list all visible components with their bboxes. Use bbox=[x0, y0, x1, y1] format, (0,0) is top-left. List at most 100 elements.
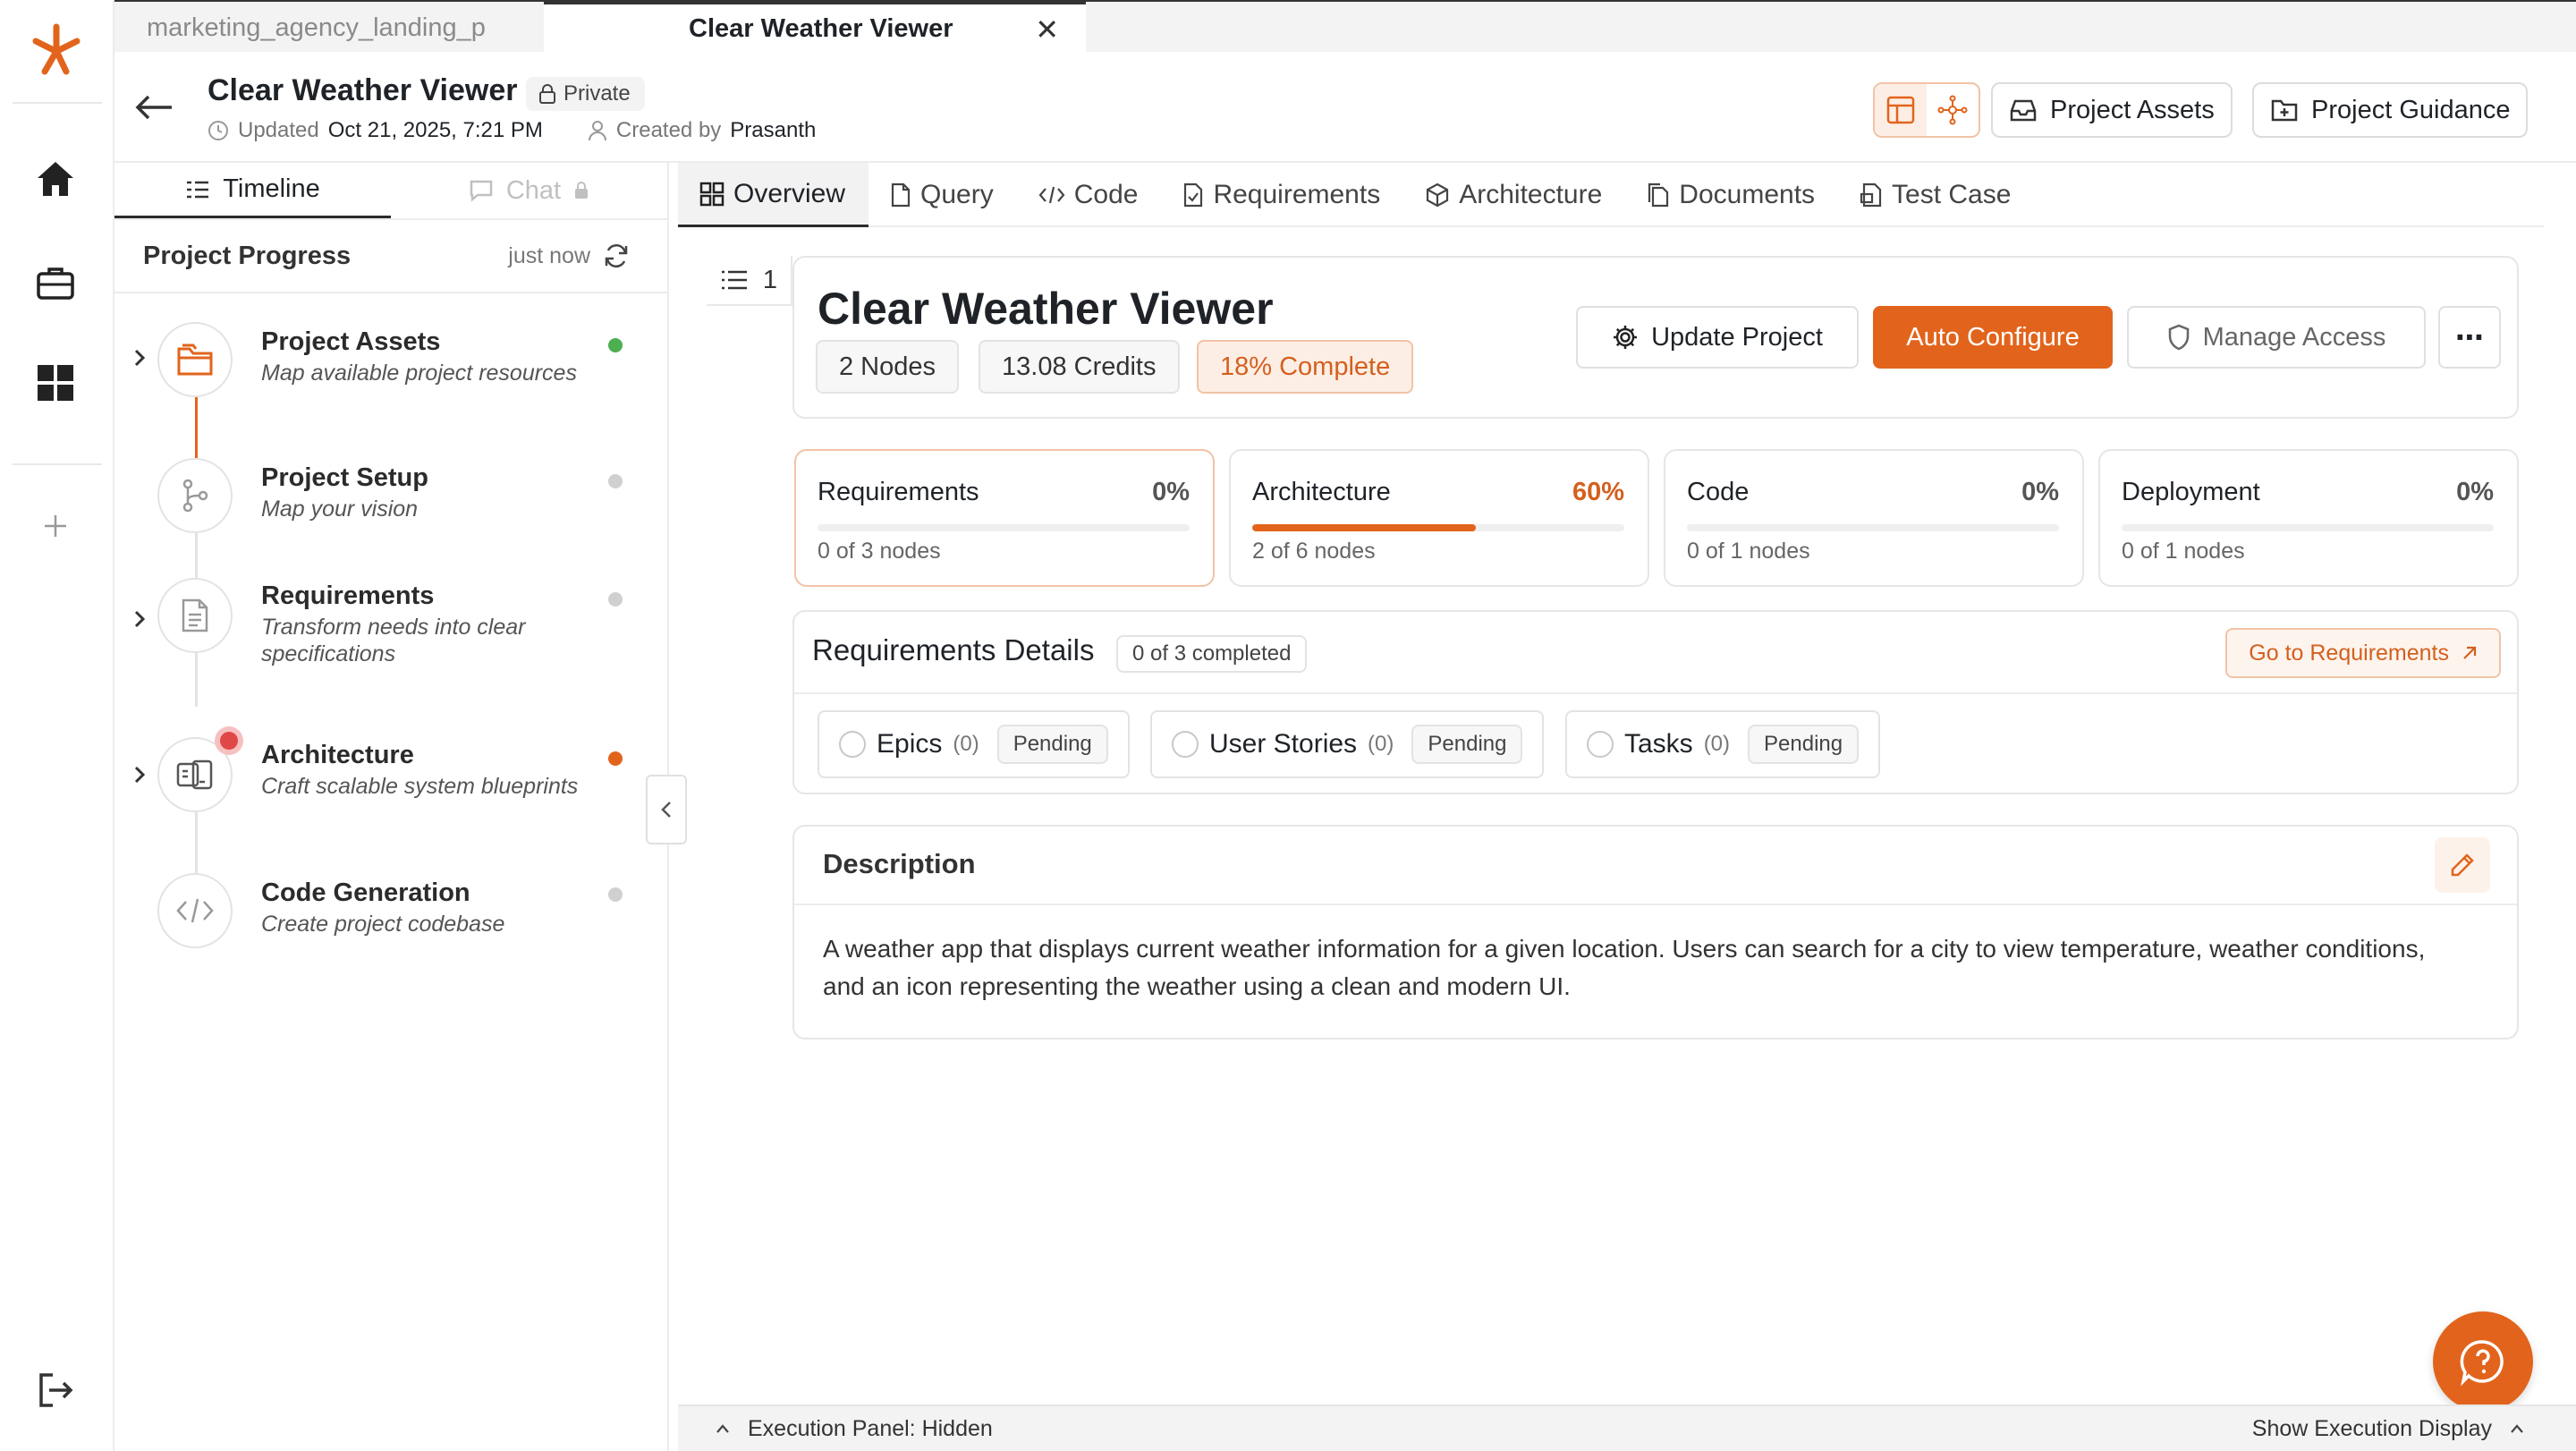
file-icon bbox=[891, 182, 911, 208]
auto-configure-button[interactable]: Auto Configure bbox=[1873, 306, 2113, 369]
folder-icon bbox=[157, 322, 233, 397]
chevron-up-icon[interactable] bbox=[2510, 1423, 2524, 1434]
requirements-details-title: Requirements Details bbox=[812, 633, 1095, 666]
chevron-right-icon[interactable] bbox=[132, 608, 147, 636]
status-dot bbox=[608, 338, 623, 352]
more-options-button[interactable]: ⋯ bbox=[2438, 306, 2501, 369]
nodes-chip: 2 Nodes bbox=[816, 340, 960, 394]
requirement-item-count: (0) bbox=[1368, 732, 1394, 756]
home-icon[interactable] bbox=[30, 154, 80, 204]
tab-requirements[interactable]: Requirements bbox=[1161, 163, 1403, 227]
phase-card-code[interactable]: Code 0% 0 of 1 nodes bbox=[1664, 449, 2084, 587]
step-desc: Craft scalable system blueprints bbox=[261, 774, 579, 799]
requirement-item-label: User Stories bbox=[1209, 729, 1358, 759]
edit-pencil-icon[interactable] bbox=[2435, 837, 2490, 893]
git-branch-icon bbox=[157, 458, 233, 533]
auto-configure-label: Auto Configure bbox=[1906, 322, 2080, 352]
created-label: Created by bbox=[615, 118, 722, 142]
requirement-item-epics[interactable]: Epics (0) Pending bbox=[818, 710, 1130, 778]
project-title: Clear Weather Viewer bbox=[208, 73, 518, 107]
shield-icon bbox=[2168, 324, 2189, 351]
divider bbox=[794, 904, 2517, 905]
layout-view-icon[interactable] bbox=[1875, 84, 1927, 136]
phase-count: 2 of 6 nodes bbox=[1252, 539, 1376, 564]
updated-value: Oct 21, 2025, 7:21 PM bbox=[327, 118, 543, 142]
tab-chat-label: Chat bbox=[505, 175, 562, 205]
briefcase-icon[interactable] bbox=[30, 258, 80, 308]
project-guidance-label: Project Guidance bbox=[2311, 95, 2511, 124]
tab-query[interactable]: Query bbox=[869, 163, 1017, 227]
brand-logo-icon[interactable] bbox=[27, 21, 86, 81]
documents-icon bbox=[1648, 182, 1669, 208]
chevron-right-icon[interactable] bbox=[132, 347, 147, 375]
requirement-item-tasks[interactable]: Tasks (0) Pending bbox=[1565, 710, 1881, 778]
phase-card-deployment[interactable]: Deployment 0% 0 of 1 nodes bbox=[2098, 449, 2519, 587]
status-badge: Pending bbox=[1411, 725, 1523, 764]
file-tabs-bar: marketing_agency_landing_p Clear Weather… bbox=[114, 0, 2576, 54]
file-tab-clear-weather[interactable]: Clear Weather Viewer ✕ bbox=[544, 2, 1086, 54]
tab-test-case[interactable]: Test Case bbox=[1838, 163, 2034, 227]
tab-architecture[interactable]: Architecture bbox=[1403, 163, 1625, 227]
credits-chip: 13.08 Credits bbox=[979, 340, 1180, 394]
step-desc: Map your vision bbox=[261, 496, 419, 522]
outline-toggle[interactable]: 1 bbox=[707, 256, 792, 306]
overview-title: Clear Weather Viewer bbox=[818, 284, 1274, 334]
logout-icon[interactable] bbox=[30, 1365, 80, 1415]
back-arrow-icon[interactable] bbox=[134, 82, 174, 132]
refresh-icon[interactable] bbox=[603, 242, 630, 269]
update-project-button[interactable]: Update Project bbox=[1576, 306, 1859, 369]
file-tab-marketing[interactable]: marketing_agency_landing_p bbox=[147, 2, 612, 54]
step-name: Requirements bbox=[261, 581, 435, 610]
status-dot bbox=[608, 887, 623, 902]
tab-overview[interactable]: Overview bbox=[678, 163, 869, 227]
tab-code[interactable]: Code bbox=[1017, 163, 1162, 227]
project-guidance-button[interactable]: Project Guidance bbox=[2252, 82, 2529, 138]
radio-icon[interactable] bbox=[839, 731, 866, 758]
graph-view-icon[interactable] bbox=[1927, 84, 1979, 136]
chevron-up-icon[interactable] bbox=[716, 1423, 730, 1434]
overview-card: Clear Weather Viewer 2 Nodes 13.08 Credi… bbox=[792, 256, 2519, 419]
phase-name: Code bbox=[1687, 478, 1750, 506]
radio-icon[interactable] bbox=[1587, 731, 1614, 758]
phase-card-architecture[interactable]: Architecture 60% 2 of 6 nodes bbox=[1229, 449, 1649, 587]
phase-card-requirements[interactable]: Requirements 0% 0 of 3 nodes bbox=[794, 449, 1215, 587]
phase-progress-track bbox=[2122, 524, 2494, 531]
file-tab-label: marketing_agency_landing_p bbox=[147, 13, 486, 42]
chat-bubble-icon bbox=[470, 180, 493, 202]
go-to-requirements-button[interactable]: Go to Requirements bbox=[2225, 628, 2501, 678]
close-tab-icon[interactable]: ✕ bbox=[1035, 13, 1059, 47]
project-assets-button[interactable]: Project Assets bbox=[1991, 82, 2233, 138]
status-dot bbox=[608, 592, 623, 607]
phase-percent: 0% bbox=[2456, 478, 2494, 506]
user-icon bbox=[588, 121, 606, 141]
requirement-item-user-stories[interactable]: User Stories (0) Pending bbox=[1150, 710, 1545, 778]
status-badge: Pending bbox=[1748, 725, 1860, 764]
rail-divider bbox=[13, 463, 102, 465]
progress-updated: just now bbox=[508, 242, 590, 268]
created-value: Prasanth bbox=[730, 118, 817, 142]
description-card: Description A weather app that displays … bbox=[792, 825, 2519, 1039]
timeline-list-icon bbox=[187, 181, 209, 198]
go-to-requirements-label: Go to Requirements bbox=[2249, 640, 2449, 666]
tab-label: Code bbox=[1073, 180, 1139, 209]
left-panel: Timeline Chat Project Progress just now … bbox=[114, 163, 669, 1451]
radio-icon[interactable] bbox=[1172, 731, 1199, 758]
collapse-panel-button[interactable] bbox=[646, 775, 687, 844]
phase-name: Architecture bbox=[1252, 478, 1391, 506]
step-name: Project Assets bbox=[261, 327, 441, 356]
lock-icon bbox=[539, 84, 555, 104]
progress-header: Project Progress just now bbox=[114, 220, 667, 293]
add-icon[interactable] bbox=[30, 501, 80, 551]
show-execution-display-link[interactable]: Show Execution Display bbox=[2252, 1416, 2492, 1442]
project-meta: Updated Oct 21, 2025, 7:21 PM Created by… bbox=[208, 118, 816, 143]
lock-icon bbox=[575, 182, 589, 199]
dashboard-grid-icon[interactable] bbox=[30, 358, 80, 408]
tab-documents[interactable]: Documents bbox=[1625, 163, 1838, 227]
phase-progress-track bbox=[818, 524, 1190, 531]
help-chat-button[interactable] bbox=[2433, 1311, 2533, 1412]
chevron-right-icon[interactable] bbox=[132, 764, 147, 792]
tab-chat[interactable]: Chat bbox=[391, 163, 667, 218]
execution-panel-bar[interactable]: Execution Panel: Hidden Show Execution D… bbox=[678, 1404, 2576, 1451]
manage-access-button[interactable]: Manage Access bbox=[2127, 306, 2426, 369]
tab-timeline[interactable]: Timeline bbox=[114, 163, 391, 218]
